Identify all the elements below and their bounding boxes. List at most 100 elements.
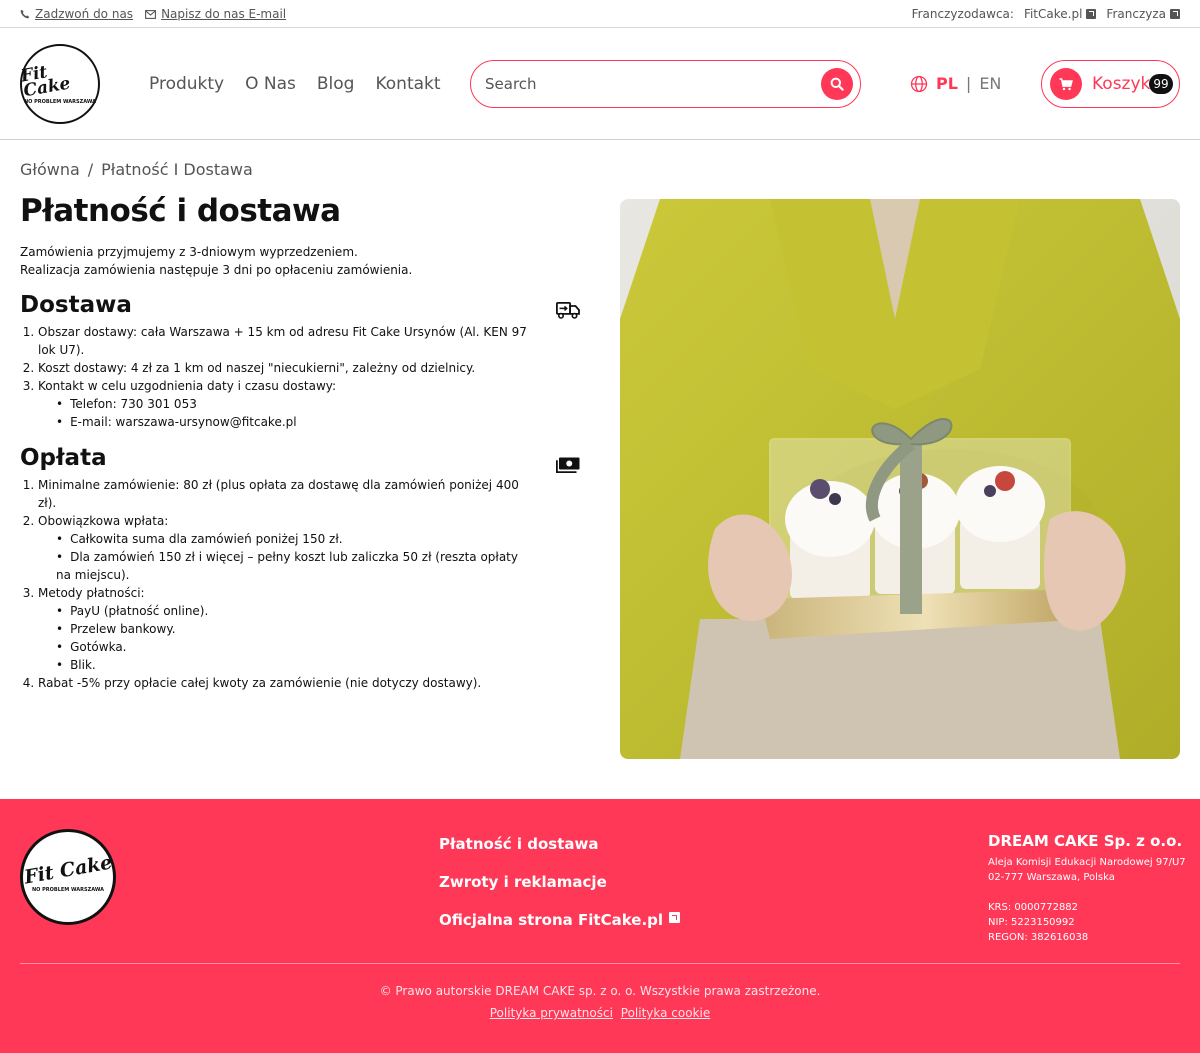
list-item: Telefon: 730 301 053 xyxy=(56,395,532,413)
list-item: Gotówka. xyxy=(56,638,532,656)
delivery-phone: Telefon: 730 301 053 xyxy=(70,397,197,411)
company-regon: REGON: 382616038 xyxy=(988,932,1089,943)
franchise-link[interactable]: Franczyza xyxy=(1106,7,1180,21)
footer-links: Płatność i dostawa Zwroty i reklamacje O… xyxy=(439,835,681,929)
payment-method-transfer: Przelew bankowy. xyxy=(70,622,176,636)
cookie-policy-link[interactable]: Polityka cookie xyxy=(621,1006,710,1020)
footer-link-official-site-text: Oficjalna strona FitCake.pl xyxy=(439,911,664,929)
company-krs: KRS: 0000772882 xyxy=(988,902,1079,913)
payment-item-methods: Metody płatności: xyxy=(38,586,145,600)
mail-icon xyxy=(145,9,157,19)
payment-method-blik: Blik. xyxy=(70,658,96,672)
company-address-1: Aleja Komisji Edukacji Narodowej 97/U7 xyxy=(988,857,1186,868)
list-item: Rabat -5% przy opłacie całej kwoty za za… xyxy=(38,674,532,692)
footer-logo[interactable]: Fit Cake NO PROBLEM WARSZAWA xyxy=(20,829,116,925)
franchisor-link-text: FitCake.pl xyxy=(1023,7,1083,21)
footer-logo-text: Fit Cake xyxy=(22,850,114,889)
footer-link-returns[interactable]: Zwroty i reklamacje xyxy=(439,873,680,891)
list-item: Koszt dostawy: 4 zł za 1 km od naszej "n… xyxy=(38,359,532,377)
footer-link-official-site[interactable]: Oficjalna strona FitCake.pl xyxy=(439,911,681,929)
delivery-email: E-mail: warszawa-ursynow@fitcake.pl xyxy=(70,415,297,429)
list-item: Obszar dostawy: cała Warszawa + 15 km od… xyxy=(38,323,532,359)
company-info: DREAM CAKE Sp. z o.o. Aleja Komisji Eduk… xyxy=(988,831,1188,945)
money-icon xyxy=(556,457,580,473)
intro-line-1: Zamówienia przyjmujemy z 3-dniowym wyprz… xyxy=(20,245,358,259)
nav-item-about[interactable]: O Nas xyxy=(245,74,296,94)
product-photo xyxy=(620,199,1180,759)
intro-text: Zamówienia przyjmujemy z 3-dniowym wyprz… xyxy=(20,243,412,279)
payment-item-minimum: Minimalne zamówienie: 80 zł (plus opłata… xyxy=(38,478,519,510)
cart-button[interactable]: Koszyk 99 xyxy=(1041,60,1180,108)
search-bar xyxy=(470,60,861,108)
nav-item-products[interactable]: Produkty xyxy=(149,74,224,94)
list-item: Kontakt w celu uzgodnienia daty i czasu … xyxy=(38,377,532,431)
delivery-truck-icon xyxy=(556,302,580,319)
footer-link-payment-delivery[interactable]: Płatność i dostawa xyxy=(439,835,680,853)
delivery-list: Obszar dostawy: cała Warszawa + 15 km od… xyxy=(20,323,532,431)
page-title: Płatność i dostawa xyxy=(20,193,341,229)
delivery-item-cost: Koszt dostawy: 4 zł za 1 km od naszej "n… xyxy=(38,361,476,375)
list-item: Metody płatności: PayU (płatność online)… xyxy=(38,584,532,674)
cupcake-box-image xyxy=(620,199,1180,759)
phone-icon xyxy=(20,9,30,19)
search-button[interactable] xyxy=(821,68,853,100)
intro-line-2: Realizacja zamówienia następuje 3 dni po… xyxy=(20,263,413,277)
logo-text: Fit Cake xyxy=(19,62,72,102)
breadcrumb-separator: / xyxy=(87,160,94,179)
logo-subtext: NO PROBLEM WARSZAWA xyxy=(23,99,97,105)
footer-logo-subtext: NO PROBLEM WARSZAWA xyxy=(31,886,105,893)
cart-label: Koszyk xyxy=(1092,74,1151,94)
list-item: Blik. xyxy=(56,656,532,674)
list-item: Minimalne zamówienie: 80 zł (plus opłata… xyxy=(38,476,532,512)
site-footer: Fit Cake NO PROBLEM WARSZAWA Płatność i … xyxy=(0,799,1200,1053)
payment-item-discount: Rabat -5% przy opłacie całej kwoty za za… xyxy=(38,676,482,690)
globe-icon xyxy=(910,75,928,92)
email-link[interactable]: Napisz do nas E-mail xyxy=(145,7,286,21)
lang-pl[interactable]: PL xyxy=(936,74,958,93)
franchisor-label: Franczyzodawca: xyxy=(911,7,1014,21)
call-label: Zadzwoń do nas xyxy=(35,7,134,21)
cart-icon xyxy=(1059,77,1073,90)
call-link[interactable]: Zadzwoń do nas xyxy=(20,7,133,21)
list-item: Całkowita suma dla zamówień poniżej 150 … xyxy=(56,530,532,548)
external-link-icon xyxy=(1086,9,1097,19)
delivery-item-contact: Kontakt w celu uzgodnienia daty i czasu … xyxy=(38,379,337,393)
cart-icon-circle xyxy=(1050,68,1082,100)
nav-item-blog[interactable]: Blog xyxy=(317,74,355,94)
privacy-policy-link[interactable]: Polityka prywatności xyxy=(490,1006,613,1020)
copyright-text: © Prawo autorskie DREAM CAKE sp. z o. o.… xyxy=(379,984,821,998)
nav-item-contact[interactable]: Kontakt xyxy=(375,74,440,94)
lang-en[interactable]: EN xyxy=(979,74,1001,93)
payment-sub-full: Całkowita suma dla zamówień poniżej 150 … xyxy=(70,532,343,546)
email-label: Napisz do nas E-mail xyxy=(161,7,287,21)
payment-sub-deposit: Dla zamówień 150 zł i więcej – pełny kos… xyxy=(56,550,518,582)
language-switcher: PL | EN xyxy=(910,74,1001,93)
search-icon xyxy=(830,77,844,91)
site-logo[interactable]: Fit Cake NO PROBLEM WARSZAWA xyxy=(19,44,100,124)
footer-divider xyxy=(20,963,1180,964)
breadcrumb-current: Płatność I Dostawa xyxy=(101,160,253,179)
search-input[interactable] xyxy=(485,73,805,95)
company-nip: NIP: 5223150992 xyxy=(988,917,1075,928)
top-bar: Zadzwoń do nas Napisz do nas E-mail Fran… xyxy=(0,0,1200,28)
list-item: Obowiązkowa wpłata: Całkowita suma dla z… xyxy=(38,512,532,584)
payment-list: Minimalne zamówienie: 80 zł (plus opłata… xyxy=(20,476,532,692)
list-item: PayU (płatność online). xyxy=(56,602,532,620)
list-item: Przelew bankowy. xyxy=(56,620,532,638)
list-item: E-mail: warszawa-ursynow@fitcake.pl xyxy=(56,413,532,431)
cart-count-badge: 99 xyxy=(1149,74,1173,94)
external-link-icon xyxy=(669,912,681,923)
breadcrumb: Główna / Płatność I Dostawa xyxy=(20,160,253,179)
payment-item-mandatory: Obowiązkowa wpłata: xyxy=(38,514,169,528)
main-nav: Produkty O Nas Blog Kontakt xyxy=(149,74,441,94)
lang-separator: | xyxy=(965,74,972,93)
delivery-item-area: Obszar dostawy: cała Warszawa + 15 km od… xyxy=(38,325,527,357)
franchisor-link[interactable]: FitCake.pl xyxy=(1023,7,1097,21)
site-header: Fit Cake NO PROBLEM WARSZAWA Produkty O … xyxy=(0,28,1200,140)
list-item: Dla zamówień 150 zł i więcej – pełny kos… xyxy=(56,548,532,584)
external-link-icon xyxy=(1170,9,1180,19)
policy-links: Polityka prywatności Polityka cookie xyxy=(0,1006,1200,1020)
breadcrumb-home[interactable]: Główna xyxy=(20,160,80,179)
delivery-heading: Dostawa xyxy=(20,292,132,318)
company-name: DREAM CAKE Sp. z o.o. xyxy=(988,832,1183,850)
